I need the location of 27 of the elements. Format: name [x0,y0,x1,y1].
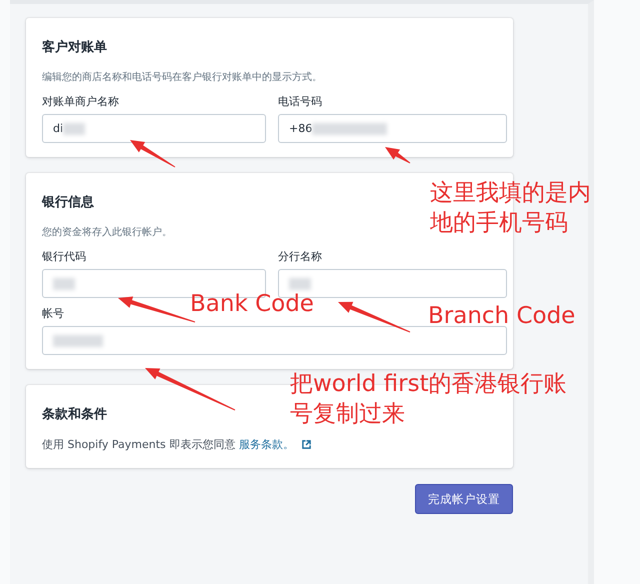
section-description: 您的资金将存入此银行帐户。 [42,226,172,239]
input-field[interactable] [42,326,507,355]
section-description: 编辑您的商店名称和电话号码在客户银行对账单中的显示方式。 [42,70,322,84]
annotation-text: Bank Code [190,290,314,319]
arrow [130,140,176,168]
section-title: 银行信息 [42,194,94,211]
redaction-blur [63,122,86,134]
section-title: 客户对账单 [42,38,107,56]
input-field[interactable]: di [42,114,266,143]
input-field[interactable]: +86 [278,114,507,143]
external-link-icon[interactable] [302,440,311,449]
finish-setup-button[interactable]: 完成帐户设置 [415,484,513,514]
arrow [385,147,410,164]
field-label: 分行名称 [278,249,322,264]
annotation-text: 这里我填的是内地的手机号码 [430,179,592,238]
redaction-blur [53,334,103,346]
field-label: 对账单商户名称 [42,94,119,109]
section-title: 条款和条件 [42,406,107,423]
field-label: 电话号码 [278,94,322,109]
annotation-text: 把world first的香港银行账号复制过来 [290,370,568,429]
redaction-blur [289,278,311,290]
terms-link[interactable]: 服务条款。 [238,438,294,451]
terms-text: 使用 Shopify Payments 即表示您同意 服务条款。 [42,437,497,452]
field-label: 银行代码 [42,249,86,264]
redaction-blur [53,278,75,290]
annotation-text: Branch Code [428,302,576,331]
field-label: 帐号 [42,306,64,321]
